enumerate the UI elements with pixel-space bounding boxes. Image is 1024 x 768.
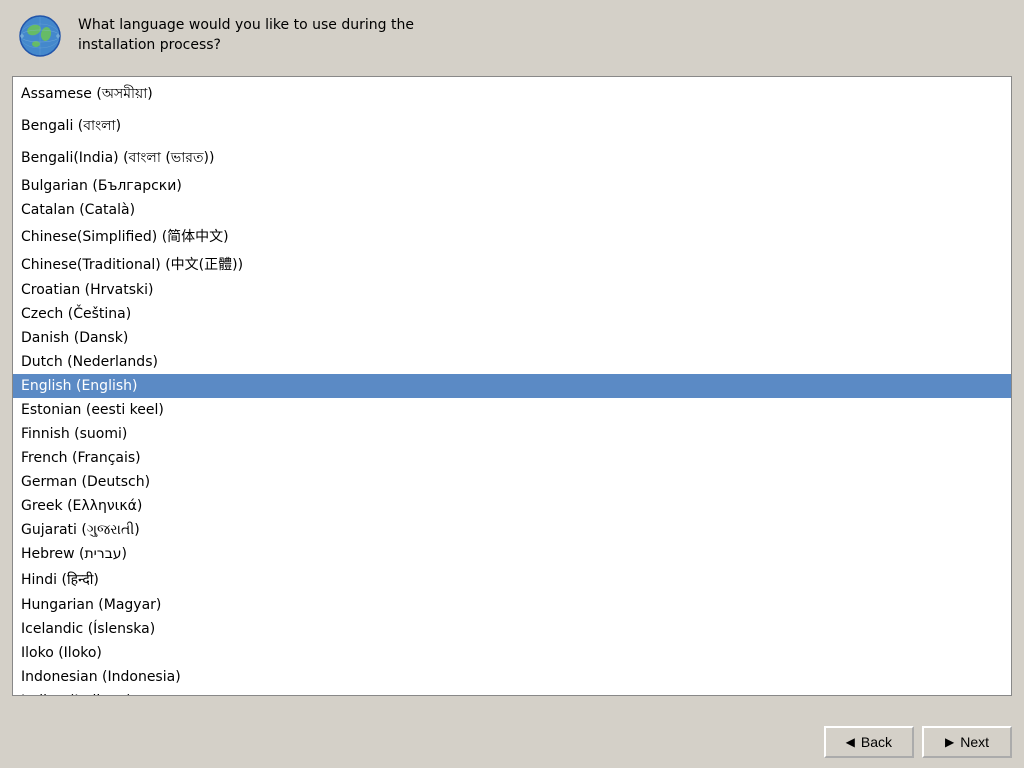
- language-item-bulgarian[interactable]: Bulgarian (Български): [13, 174, 1011, 198]
- language-item-icelandic[interactable]: Icelandic (Íslenska): [13, 617, 1011, 641]
- globe-icon: [16, 12, 64, 60]
- language-item-french[interactable]: French (Français): [13, 446, 1011, 470]
- next-label: Next: [960, 734, 989, 750]
- language-item-danish[interactable]: Danish (Dansk): [13, 326, 1011, 350]
- language-item-finnish[interactable]: Finnish (suomi): [13, 422, 1011, 446]
- header: What language would you like to use duri…: [0, 0, 1024, 72]
- language-item-czech[interactable]: Czech (Čeština): [13, 302, 1011, 326]
- language-item-dutch[interactable]: Dutch (Nederlands): [13, 350, 1011, 374]
- language-item-croatian[interactable]: Croatian (Hrvatski): [13, 278, 1011, 302]
- back-label: Back: [861, 734, 892, 750]
- language-item-chinese-simplified[interactable]: Chinese(Simplified) (简体中文): [13, 222, 1011, 250]
- next-arrow-icon: ▶: [945, 735, 954, 749]
- back-button[interactable]: ◀ Back: [824, 726, 914, 758]
- language-item-hebrew[interactable]: Hebrew (עברית): [13, 542, 1011, 566]
- language-item-bengali-india[interactable]: Bengali(India) (বাংলা (ভারত)): [13, 142, 1011, 174]
- language-item-italian[interactable]: Italian (Italiano): [13, 689, 1011, 695]
- language-item-hungarian[interactable]: Hungarian (Magyar): [13, 593, 1011, 617]
- language-item-greek[interactable]: Greek (Ελληνικά): [13, 494, 1011, 518]
- next-button[interactable]: ▶ Next: [922, 726, 1012, 758]
- footer: ◀ Back ▶ Next: [0, 716, 1024, 768]
- language-item-bengali[interactable]: Bengali (বাংলা): [13, 110, 1011, 142]
- language-item-english[interactable]: English (English): [13, 374, 1011, 398]
- language-item-catalan[interactable]: Catalan (Català): [13, 198, 1011, 222]
- language-item-indonesian[interactable]: Indonesian (Indonesia): [13, 665, 1011, 689]
- language-item-german[interactable]: German (Deutsch): [13, 470, 1011, 494]
- language-item-iloko[interactable]: Iloko (Iloko): [13, 641, 1011, 665]
- language-item-assamese[interactable]: Assamese (অসমীয়া): [13, 78, 1011, 110]
- header-question: What language would you like to use duri…: [78, 16, 414, 55]
- language-item-gujarati[interactable]: Gujarati (ગુજરાતી): [13, 518, 1011, 542]
- language-item-chinese-traditional[interactable]: Chinese(Traditional) (中文(正體)): [13, 250, 1011, 278]
- language-item-estonian[interactable]: Estonian (eesti keel): [13, 398, 1011, 422]
- language-list-container: Arabic (العربية)Assamese (অসমীয়া)Bengal…: [12, 76, 1012, 696]
- language-item-hindi[interactable]: Hindi (हिन्दी): [13, 566, 1011, 593]
- back-arrow-icon: ◀: [846, 735, 855, 749]
- language-list[interactable]: Arabic (العربية)Assamese (অসমীয়া)Bengal…: [13, 77, 1011, 695]
